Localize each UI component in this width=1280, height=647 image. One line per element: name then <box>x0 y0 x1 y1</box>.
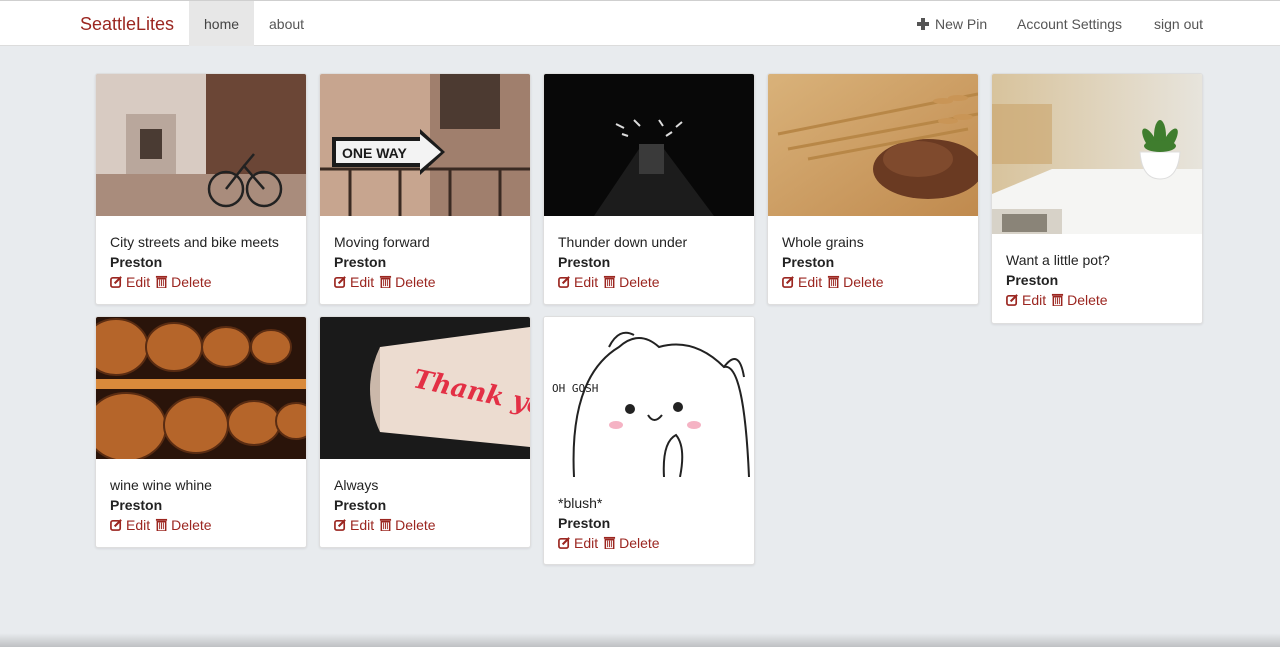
cartoon-text: OH GOSH <box>552 382 598 395</box>
edit-icon <box>558 276 570 288</box>
pin-title: wine wine whine <box>110 477 212 493</box>
pin-actions: Edit Delete <box>334 515 516 535</box>
pin-author: Preston <box>782 254 835 270</box>
trash-icon <box>604 536 616 550</box>
delete-link[interactable]: Delete <box>827 274 884 290</box>
pin-image[interactable] <box>992 74 1202 234</box>
pin-image[interactable] <box>96 317 306 459</box>
one-way-photo: ONE WAY <box>320 74 530 216</box>
pin-author: Preston <box>558 254 611 270</box>
nav-home[interactable]: home <box>189 1 255 46</box>
pin-author: Preston <box>558 515 611 531</box>
trash-icon <box>1052 293 1064 307</box>
brand-link[interactable]: SeattleLites <box>80 1 174 47</box>
blush-cartoon: OH GOSH <box>544 317 754 477</box>
edit-icon <box>334 276 346 288</box>
pin-card: wine wine whine Preston Edit Delete <box>95 316 307 548</box>
nav-about[interactable]: about <box>254 1 319 46</box>
pin-title: Thunder down under <box>558 234 688 250</box>
edit-link[interactable]: Edit <box>558 535 598 551</box>
neon-sign-photo: Thank you! <box>320 317 530 459</box>
pin-actions: Edit Delete <box>1006 290 1188 310</box>
delete-link[interactable]: Delete <box>155 274 212 290</box>
pin-image[interactable]: OH GOSH <box>544 317 754 477</box>
delete-link[interactable]: Delete <box>155 517 212 533</box>
edit-icon <box>1006 294 1018 306</box>
pin-title: Always <box>334 477 379 493</box>
trash-icon <box>156 518 168 532</box>
edit-link[interactable]: Edit <box>558 274 598 290</box>
pin-actions: Edit Delete <box>558 272 740 292</box>
barrels-photo <box>96 317 306 459</box>
pin-author: Preston <box>110 497 163 513</box>
pin-card: Thunder down under Preston Edit Delete <box>543 73 755 305</box>
edit-icon <box>782 276 794 288</box>
pin-author: Preston <box>110 254 163 270</box>
bike-photo <box>96 74 306 216</box>
edit-icon <box>334 519 346 531</box>
trash-icon <box>380 518 392 532</box>
new-pin-label: New Pin <box>935 16 988 32</box>
pin-card: City streets and bike meets Preston Edit… <box>95 73 307 305</box>
delete-link[interactable]: Delete <box>379 274 436 290</box>
edit-link[interactable]: Edit <box>1006 292 1046 308</box>
trash-icon <box>604 275 616 289</box>
delete-link[interactable]: Delete <box>603 274 660 290</box>
pin-image[interactable] <box>96 74 306 216</box>
pin-image[interactable] <box>768 74 978 216</box>
delete-link[interactable]: Delete <box>379 517 436 533</box>
pin-title: *blush* <box>558 495 603 511</box>
pin-card: Thank you! Always Preston Edit Delete <box>319 316 531 548</box>
edit-link[interactable]: Edit <box>334 274 374 290</box>
edit-link[interactable]: Edit <box>110 517 150 533</box>
pin-title: Want a little pot? <box>1006 252 1110 268</box>
pin-card: ONE WAY Moving forward Preston Edit Delet… <box>319 73 531 305</box>
pin-image[interactable]: ONE WAY <box>320 74 530 216</box>
delete-link[interactable]: Delete <box>603 535 660 551</box>
edit-icon <box>110 519 122 531</box>
plant-pot-photo <box>992 74 1202 234</box>
bottom-shadow <box>0 633 1280 647</box>
account-settings-link[interactable]: Account Settings <box>1002 1 1137 46</box>
plus-icon <box>917 18 929 30</box>
pin-actions: Edit Delete <box>110 272 292 292</box>
pin-image[interactable]: Thank you! <box>320 317 530 459</box>
pin-card: Whole grains Preston Edit Delete <box>767 73 979 305</box>
edit-link[interactable]: Edit <box>334 517 374 533</box>
edit-link[interactable]: Edit <box>782 274 822 290</box>
delete-link[interactable]: Delete <box>1051 292 1108 308</box>
sign-out-link[interactable]: sign out <box>1139 1 1218 46</box>
pin-author: Preston <box>1006 272 1059 288</box>
pin-title: Moving forward <box>334 234 430 250</box>
pin-image[interactable] <box>544 74 754 216</box>
new-pin-link[interactable]: New Pin <box>902 1 1002 46</box>
trash-icon <box>156 275 168 289</box>
pin-title: Whole grains <box>782 234 864 250</box>
tunnel-photo <box>544 74 754 216</box>
pin-author: Preston <box>334 497 387 513</box>
pin-card: Want a little pot? Preston Edit Delete <box>991 73 1203 324</box>
edit-icon <box>558 537 570 549</box>
trash-icon <box>828 275 840 289</box>
pin-author: Preston <box>334 254 387 270</box>
edit-icon <box>110 276 122 288</box>
pin-actions: Edit Delete <box>558 533 740 553</box>
pin-actions: Edit Delete <box>334 272 516 292</box>
navbar: SeattleLites home about New Pin Account … <box>0 0 1280 46</box>
pin-title: City streets and bike meets <box>110 234 279 250</box>
edit-link[interactable]: Edit <box>110 274 150 290</box>
pin-card: OH GOSH *blush* Preston Edit Delete <box>543 316 755 565</box>
trash-icon <box>380 275 392 289</box>
pin-actions: Edit Delete <box>782 272 964 292</box>
one-way-sign-text: ONE WAY <box>342 145 407 161</box>
pin-actions: Edit Delete <box>110 515 292 535</box>
grains-photo <box>768 74 978 216</box>
